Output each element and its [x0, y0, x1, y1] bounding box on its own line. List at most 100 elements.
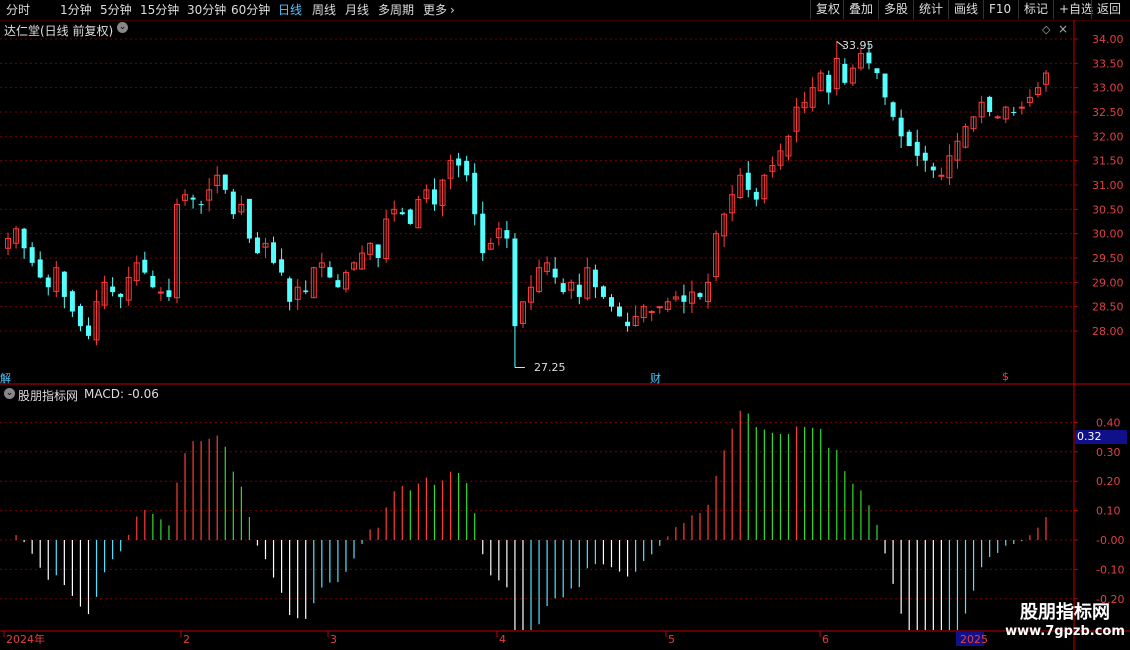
indicator-tick-label: 0.20	[1096, 475, 1121, 488]
candle-down	[866, 52, 872, 64]
candle-up	[648, 311, 655, 314]
candle-down	[150, 275, 156, 288]
main-panel-title: 达仁堂(日线 前复权)	[4, 24, 114, 38]
candle-down	[254, 237, 260, 254]
price-tick-label: 33.50	[1092, 57, 1124, 70]
indicator-tick-label: 0.10	[1096, 505, 1121, 518]
candle-down	[399, 212, 405, 215]
candle-down	[456, 158, 462, 166]
watermark-url: www.7gpzb.com	[1005, 624, 1125, 639]
high-price-marker: 33.95	[842, 39, 874, 52]
candle-down	[166, 290, 172, 297]
candle-down	[697, 293, 703, 297]
candle-down	[472, 172, 478, 215]
date-label: 2024年	[6, 632, 45, 646]
candle-down	[842, 63, 848, 83]
date-label: 2	[183, 633, 190, 646]
macd-value: MACD: -0.06	[84, 387, 159, 401]
candle-down	[625, 321, 631, 327]
candle-down	[110, 286, 116, 293]
candle-down	[407, 209, 413, 224]
candle-down	[142, 259, 148, 273]
candle-down	[987, 96, 993, 112]
candle-down	[552, 268, 558, 278]
candle-down	[61, 271, 67, 297]
price-tick-label: 28.00	[1092, 325, 1124, 338]
candle-down	[464, 160, 470, 176]
candle-down	[890, 102, 896, 117]
candle-down	[335, 280, 341, 288]
indicator-tick-label: 0.40	[1096, 416, 1121, 429]
candle-down	[576, 284, 582, 297]
candle-down	[45, 277, 51, 288]
date-label: 5	[668, 633, 675, 646]
candle-down	[617, 306, 623, 317]
price-tick-label: 30.50	[1092, 203, 1124, 216]
dividend-marker[interactable]: $	[1002, 370, 1009, 383]
candle-down	[198, 204, 204, 206]
candle-down	[303, 290, 309, 293]
candle-down	[592, 269, 598, 288]
candle-up	[157, 291, 164, 294]
candle-down	[745, 172, 751, 190]
candle-down	[914, 141, 920, 156]
candle-down	[271, 242, 277, 263]
indicator-tick-label: 0.30	[1096, 446, 1121, 459]
kline-chart[interactable]: 34.00 33.50 33.00 32.50 32.00 31.50 31.00 30.50…	[0, 0, 1130, 650]
candle-down	[37, 259, 43, 278]
candle-down	[246, 198, 252, 239]
close-icon[interactable]: ×	[1058, 22, 1068, 36]
candle-down	[560, 283, 566, 293]
price-tick-label: 31.50	[1092, 155, 1124, 168]
price-tick-label: 33.00	[1092, 82, 1124, 95]
candle-down	[681, 295, 687, 302]
indicator-tick-label: -0.10	[1096, 563, 1124, 576]
indicator-collapse-icon[interactable]: ⌄	[4, 388, 15, 399]
candle-down	[512, 238, 518, 327]
date-label: 6	[822, 633, 829, 646]
candle-down	[29, 247, 35, 263]
candle-down	[930, 166, 936, 171]
candle-down	[69, 291, 75, 312]
finance-marker[interactable]: 财	[650, 370, 661, 386]
price-tick-label: 29.50	[1092, 252, 1124, 265]
price-tick-label: 31.00	[1092, 179, 1124, 192]
indicator-title: 股朋指标网	[18, 389, 79, 403]
price-tick-label: 30.00	[1092, 228, 1124, 241]
watermark: 股朋指标网 www.7gpzb.com	[1005, 602, 1125, 640]
candle-down	[504, 230, 510, 239]
candle-down	[906, 131, 912, 147]
jie-marker[interactable]: 解	[0, 370, 11, 386]
candle-down	[327, 267, 333, 278]
candle-down	[190, 197, 196, 200]
diamond-icon[interactable]: ◇	[1042, 23, 1050, 36]
price-tick-label: 32.00	[1092, 130, 1124, 143]
candle-down	[874, 68, 880, 74]
candle-down	[77, 305, 83, 327]
candle-down	[431, 189, 437, 205]
candle-down	[85, 325, 91, 336]
candle-down	[480, 213, 486, 254]
price-tick-label: 29.00	[1092, 276, 1124, 289]
low-price-marker: 27.25	[534, 361, 566, 374]
price-tick-label: 34.00	[1092, 33, 1124, 46]
candle-up	[994, 116, 1001, 119]
candle-down	[826, 74, 832, 93]
chevron-down-icon[interactable]: ⌄	[117, 22, 128, 33]
candle-down	[898, 117, 904, 137]
candle-down	[600, 286, 606, 297]
watermark-title: 股朋指标网	[1020, 602, 1110, 623]
indicator-tick-label: -0.00	[1096, 534, 1124, 547]
price-tick-label: 28.50	[1092, 301, 1124, 314]
candle-down	[21, 228, 27, 249]
candle-down	[118, 293, 124, 297]
candle-down	[230, 191, 236, 215]
candle-down	[882, 73, 888, 98]
candle-up	[938, 174, 945, 177]
candle-down	[279, 259, 285, 273]
candle-down	[222, 174, 228, 190]
current-value-badge: 0.32	[1075, 430, 1127, 444]
candle-down	[753, 191, 759, 200]
candle-down	[608, 297, 614, 307]
date-label: 2025	[960, 633, 988, 646]
